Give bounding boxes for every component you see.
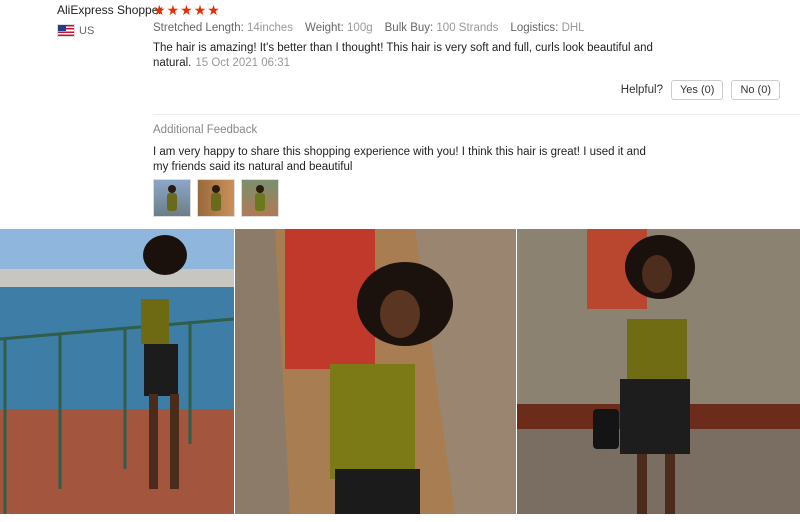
additional-feedback-title: Additional Feedback — [153, 124, 258, 136]
review-photo[interactable] — [517, 229, 800, 514]
us-flag-icon — [57, 24, 75, 37]
helpful-label: Helpful? — [620, 84, 663, 96]
review-date: 15 Oct 2021 06:31 — [195, 57, 290, 69]
star-icon: ★ — [180, 2, 193, 18]
review-photos — [0, 229, 800, 514]
helpful-no-button[interactable]: No (0) — [731, 80, 780, 100]
reviewer-country: US — [57, 24, 94, 37]
property-item: Logistics: DHL — [510, 22, 585, 34]
photo-thumbnail[interactable] — [153, 179, 191, 217]
review-photo[interactable] — [0, 229, 234, 514]
helpful-yes-button[interactable]: Yes (0) — [670, 80, 724, 100]
photo-thumbnail[interactable] — [197, 179, 235, 217]
review-body: The hair is amazing! It's better than I … — [153, 41, 698, 71]
feedback-thumbnails — [153, 179, 279, 217]
divider — [153, 114, 800, 115]
additional-feedback-text: I am very happy to share this shopping e… — [153, 146, 646, 173]
star-icon: ★ — [193, 2, 207, 18]
star-icon: ★ — [166, 2, 180, 18]
country-code: US — [79, 24, 95, 37]
review-photo[interactable] — [235, 229, 516, 514]
property-item: Bulk Buy: 100 Strands — [384, 22, 499, 34]
photo-thumbnail[interactable] — [241, 179, 279, 217]
helpful-section: Helpful? Yes (0) No (0) — [621, 80, 780, 100]
rating-stars: ★ ★ ★ ★ ★ — [153, 2, 220, 18]
star-icon: ★ — [153, 2, 166, 18]
property-item: Stretched Length: 14inches — [153, 22, 294, 34]
property-item: Weight: 100g — [305, 22, 373, 34]
product-properties: Stretched Length: 14inches Weight: 100g … — [153, 22, 585, 34]
reviewer-name: AliExpress Shopper — [57, 3, 163, 17]
star-icon: ★ — [207, 2, 220, 18]
